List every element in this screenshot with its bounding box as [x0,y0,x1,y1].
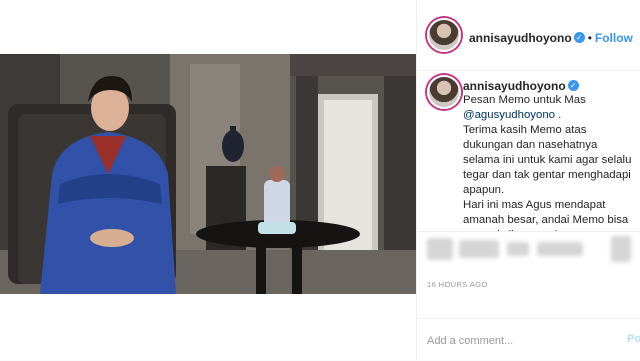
caption-paragraph-1: Terima kasih Memo atas dukungan dan nase… [463,124,632,196]
comment-box: Post [417,318,640,361]
post-timestamp: 16 HOURS AGO [427,280,488,289]
caption-mention-line: @agusyudhoyono . [463,108,635,123]
blur-block [507,242,529,256]
caption-line1: Pesan Memo untuk Mas [463,94,586,106]
blur-block [427,238,453,260]
comment-input[interactable] [427,331,607,351]
photo-illustration [0,54,416,294]
caption-text: Pesan Memo untuk Mas @agusyudhoyono . Te… [463,93,635,231]
blur-block [459,240,499,258]
caption: annisayudhoyono ✓ Pesan Memo untuk Mas @a… [417,71,640,231]
blurred-likes [425,234,635,270]
header-meta: annisayudhoyono ✓ • Follow [469,29,633,47]
caption-paragraph-2: Hari ini mas Agus mendapat amanah besar,… [463,199,629,231]
header-username[interactable]: annisayudhoyono [469,31,572,45]
caption-username[interactable]: annisayudhoyono [463,79,566,93]
caption-story-ring [427,75,461,109]
instagram-post: annisayudhoyono ✓ • Follow annisayudhoyono ✓… [0,0,640,360]
post-photo[interactable] [0,54,416,294]
post-side-panel: annisayudhoyono ✓ • Follow annisayudhoyono ✓… [417,0,640,360]
separator-dot: • [587,31,592,45]
mention-suffix: . [555,109,562,121]
post-footer: 16 HOURS AGO [417,231,640,318]
post-header: annisayudhoyono ✓ • Follow [417,0,640,71]
mention-link[interactable]: @agusyudhoyono [463,109,555,121]
blur-block [537,242,583,256]
blur-block [611,236,631,262]
caption-verified-badge-icon: ✓ [567,80,579,92]
post-comment-button[interactable]: Post [627,333,640,345]
verified-badge-icon: ✓ [573,32,585,44]
story-ring [427,18,461,52]
post-media [0,0,417,360]
follow-button[interactable]: Follow [595,31,633,45]
